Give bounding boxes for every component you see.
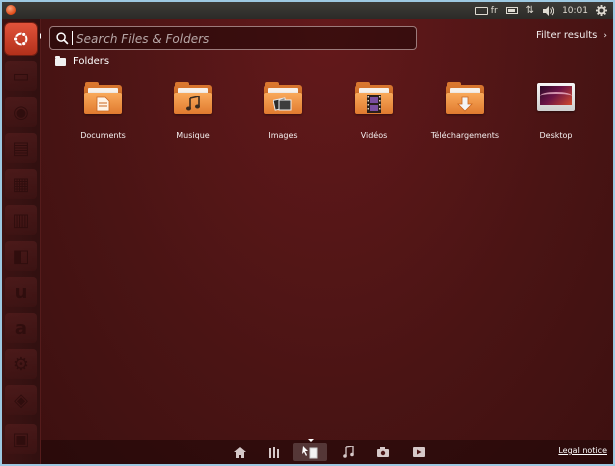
desktop-icon [537, 83, 575, 111]
folder-icon [84, 82, 122, 114]
clock-indicator[interactable]: 10:01 [562, 6, 588, 16]
desktop-window: fr ⇅ 10:01 ▭ ◉ ▤ ▦ ▥ ◧ u a ⚙ ◈ ▣ Search … [2, 2, 613, 464]
writer-icon[interactable]: ▤ [5, 133, 37, 163]
apps-lens-button[interactable] [263, 443, 285, 461]
keyboard-layout-label: fr [490, 5, 498, 16]
filter-results-label: Filter results [535, 30, 598, 41]
filter-results-toggle[interactable]: Filter results › [536, 30, 607, 41]
software-center-icon[interactable]: ◧ [5, 241, 37, 271]
launcher: ▭ ◉ ▤ ▦ ▥ ◧ u a ⚙ ◈ ▣ [2, 19, 41, 464]
apps-lens-icon [268, 446, 279, 458]
battery-indicator[interactable] [505, 7, 518, 14]
files-icon[interactable]: ▭ [5, 61, 37, 91]
dash-home-button[interactable] [5, 23, 37, 55]
folder-label: Documents [80, 131, 126, 140]
indicator-tray: fr ⇅ 10:01 [474, 2, 607, 19]
video-lens-button[interactable] [408, 443, 430, 461]
folder-label: Vidéos [360, 131, 388, 140]
home-lens-icon [234, 446, 246, 458]
section-title: Folders [73, 56, 110, 67]
folder-tile-videos[interactable]: Vidéos [333, 82, 415, 142]
home-lens-button[interactable] [229, 443, 251, 461]
folder-tile-musique[interactable]: Musique [152, 82, 234, 142]
photos-lens-icon [377, 447, 389, 457]
photos-lens-button[interactable] [372, 443, 394, 461]
search-input[interactable] [74, 29, 408, 49]
network-indicator[interactable]: ⇅ [526, 2, 534, 19]
amazon-icon[interactable]: a [5, 313, 37, 343]
folder-tile-images[interactable]: Images [242, 82, 324, 142]
gear-icon [596, 5, 607, 16]
folder-tile-desktop[interactable]: Desktop [515, 82, 597, 142]
calc-icon[interactable]: ▦ [5, 169, 37, 199]
ubuntu-one-icon[interactable]: u [5, 277, 37, 307]
music-lens-icon [342, 446, 354, 458]
impress-icon[interactable]: ▥ [5, 205, 37, 235]
download-arrow-icon [446, 94, 484, 114]
folder-label: Desktop [539, 131, 573, 140]
keyboard-indicator[interactable]: fr [474, 5, 498, 16]
music-note-icon [174, 94, 212, 114]
folders-section-header: Folders [55, 55, 110, 67]
text-caret [72, 31, 73, 45]
files-lens-button[interactable] [293, 439, 327, 461]
chevron-right-icon: › [603, 30, 607, 41]
files-lens-icon [302, 445, 318, 458]
search-icon [56, 32, 69, 45]
network-icon: ⇅ [525, 5, 535, 16]
volume-indicator[interactable] [542, 5, 555, 16]
folder-icon [55, 55, 66, 66]
volume-icon [543, 5, 555, 16]
folder-icon [264, 82, 302, 114]
clock-label: 10:01 [562, 5, 588, 16]
firefox-icon[interactable]: ◉ [5, 97, 37, 127]
film-icon [355, 94, 393, 114]
keyboard-icon [474, 6, 488, 15]
video-lens-icon [413, 447, 425, 457]
music-lens-button[interactable] [337, 443, 359, 461]
folder-label: Images [268, 131, 298, 140]
ubuntu-logo-icon [13, 31, 28, 47]
folder-icon [446, 82, 484, 114]
search-box[interactable] [49, 26, 417, 50]
dash: Filter results › Folders Documents [41, 19, 613, 464]
photos-icon [264, 94, 302, 114]
document-icon [84, 94, 122, 114]
battery-icon [505, 7, 518, 14]
session-indicator[interactable] [596, 5, 607, 16]
folder-tile-documents[interactable]: Documents [62, 82, 144, 142]
legal-notice-link[interactable]: Legal notice [558, 446, 607, 455]
settings-icon[interactable]: ⚙ [5, 349, 37, 379]
folder-tile-telechargements[interactable]: Téléchargements [424, 82, 506, 142]
trash-icon[interactable]: ▣ [5, 424, 37, 454]
folder-label: Téléchargements [430, 131, 500, 140]
folder-label: Musique [176, 131, 210, 140]
close-button[interactable] [6, 5, 16, 15]
active-lens-indicator [308, 439, 314, 442]
folder-icon [355, 82, 393, 114]
launcher-item-extra[interactable]: ◈ [5, 385, 37, 415]
top-panel: fr ⇅ 10:01 [2, 2, 613, 19]
folder-icon [174, 82, 212, 114]
lens-bar: Legal notice [41, 439, 613, 464]
